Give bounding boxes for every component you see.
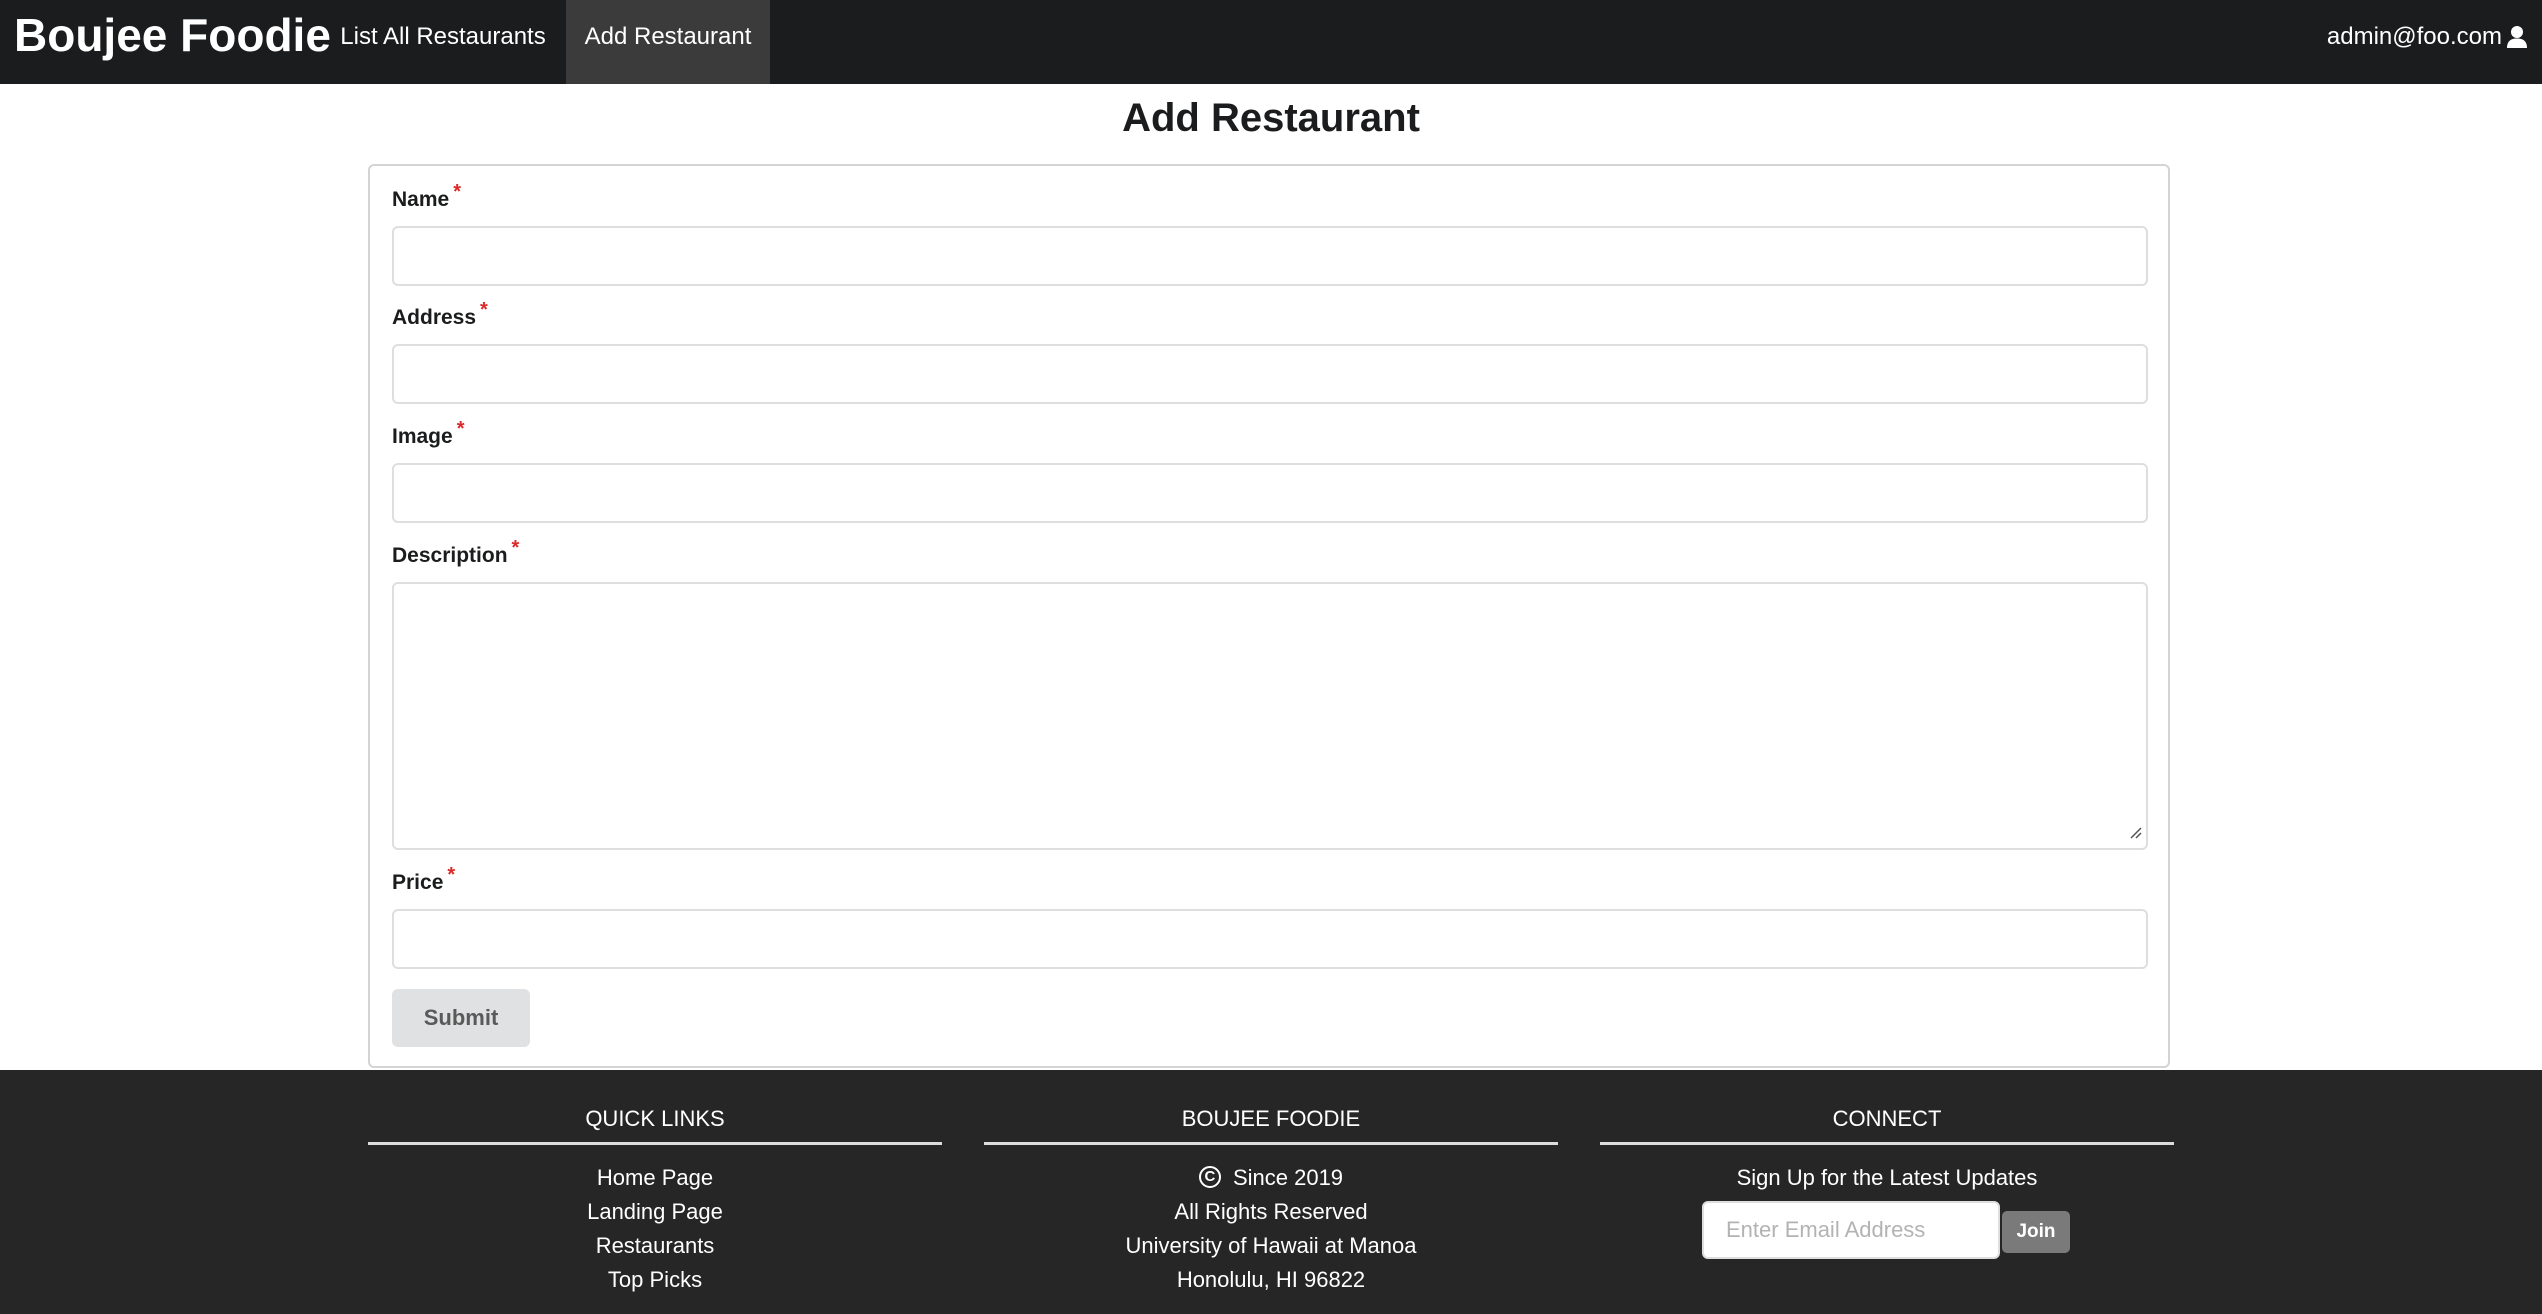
email-input[interactable] (1702, 1201, 2000, 1259)
required-asterisk: * (511, 537, 520, 559)
user-menu[interactable]: admin@foo.com (2327, 0, 2542, 74)
quick-links-heading: QUICK LINKS (368, 1104, 942, 1145)
rights-line: All Rights Reserved (1174, 1199, 1368, 1224)
join-button[interactable]: Join (2002, 1211, 2070, 1253)
required-asterisk: * (447, 864, 456, 886)
address-field[interactable] (392, 344, 2148, 404)
required-asterisk: * (453, 181, 461, 203)
user-icon (2506, 25, 2528, 49)
price-label: Price * (392, 864, 456, 894)
nav-add-restaurant[interactable]: Add Restaurant (566, 0, 770, 84)
resize-grip-icon[interactable] (2128, 825, 2142, 844)
brand-logo[interactable]: Boujee Foodie (14, 0, 331, 70)
footer-connect: CONNECT Sign Up for the Latest Updates J… (1600, 1070, 2174, 1261)
footer-link-landing[interactable]: Landing Page (368, 1195, 942, 1229)
name-label: Name * (392, 181, 461, 211)
city-line: Honolulu, HI 96822 (1176, 1267, 1366, 1292)
name-field[interactable] (392, 226, 2148, 286)
description-textarea[interactable] (392, 582, 2148, 850)
footer-link-top-picks[interactable]: Top Picks (368, 1263, 942, 1297)
add-restaurant-form: Name * Address * Image * Description * Price… (368, 164, 2170, 1068)
since-line: C Since 2019 (984, 1161, 1558, 1195)
footer-about: BOUJEE FOODIE C Since 2019 All Rights Res… (984, 1070, 1558, 1297)
signup-text: Sign Up for the Latest Updates (1736, 1165, 2038, 1190)
image-field[interactable] (392, 463, 2148, 523)
connect-heading: CONNECT (1600, 1104, 2174, 1145)
address-label: Address * (392, 299, 488, 329)
footer-link-home[interactable]: Home Page (368, 1161, 942, 1195)
submit-button[interactable]: Submit (392, 989, 530, 1047)
page-title: Add Restaurant (1122, 96, 1420, 140)
copyright-icon: C (1198, 1166, 1221, 1189)
description-label: Description * (392, 537, 520, 567)
image-label: Image * (392, 418, 465, 448)
price-field[interactable] (392, 909, 2148, 969)
footer: QUICK LINKS Home Page Landing Page Resta… (0, 1070, 2542, 1314)
top-navbar: Boujee Foodie List All Restaurants Add R… (0, 0, 2542, 84)
signup-row: Join (1600, 1199, 2174, 1261)
university-line: University of Hawaii at Manoa (1125, 1233, 1417, 1258)
user-email: admin@foo.com (2326, 23, 2502, 50)
about-heading: BOUJEE FOODIE (984, 1104, 1558, 1145)
footer-link-restaurants[interactable]: Restaurants (368, 1229, 942, 1263)
required-asterisk: * (480, 299, 488, 321)
footer-quick-links: QUICK LINKS Home Page Landing Page Resta… (368, 1070, 942, 1297)
nav-list-restaurants[interactable]: List All Restaurants (330, 0, 556, 84)
required-asterisk: * (456, 418, 465, 440)
